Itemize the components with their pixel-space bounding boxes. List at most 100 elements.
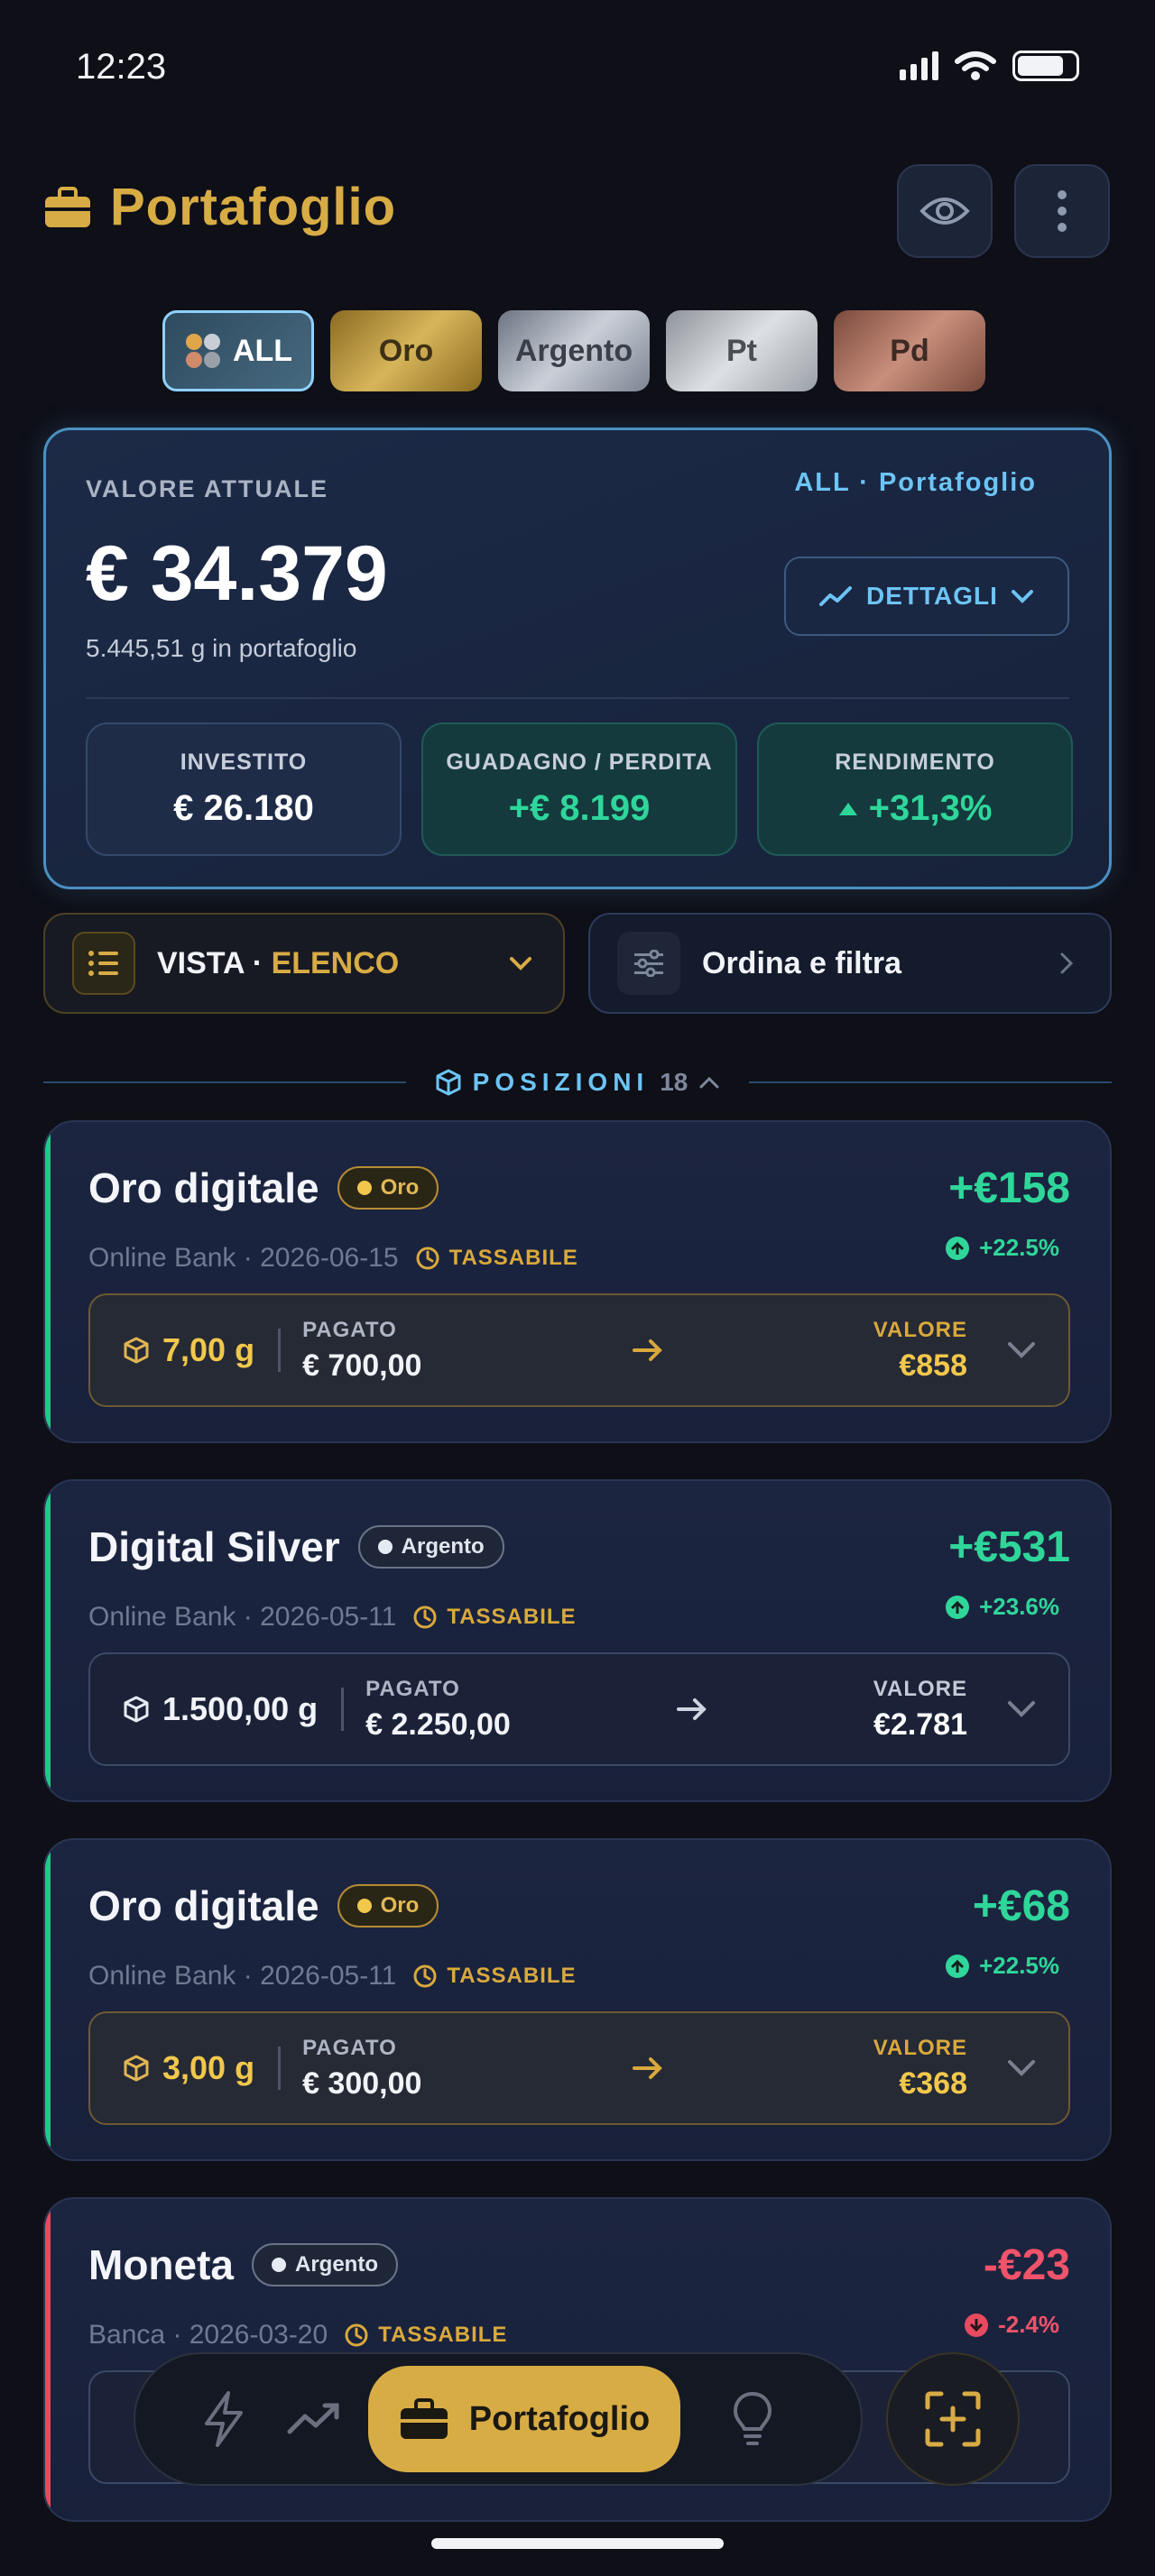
trend-icon <box>819 586 853 606</box>
chip-argento[interactable]: Argento <box>498 310 650 391</box>
portfolio-summary-card: VALORE ATTUALE ALL · Portafoglio € 34.37… <box>43 428 1112 889</box>
summary-scope-tag: ALL · Portafoglio <box>794 468 1037 497</box>
position-card[interactable]: Digital Silver Argento Online Bank · 202… <box>43 1479 1112 1802</box>
nav-portfolio[interactable]: Portafoglio <box>368 2366 680 2472</box>
profit-loss: -€23 <box>983 2241 1070 2289</box>
invested-stat: INVESTITO € 26.180 <box>86 722 402 856</box>
positions-header[interactable]: POSIZIONI 18 <box>43 1064 1113 1100</box>
sort-filter-button[interactable]: Ordina e filtra <box>588 913 1112 1014</box>
dot-icon <box>377 1540 393 1554</box>
chevron-down-icon <box>1008 2060 1035 2076</box>
position-grams: 7,00 g <box>162 1331 255 1368</box>
profit-loss: +€531 <box>948 1523 1070 1571</box>
arrow-up-circle-icon <box>946 1236 970 1260</box>
current-value: € 34.379 <box>86 530 388 617</box>
scan-add-button[interactable] <box>886 2352 1020 2486</box>
positions-count: 18 <box>660 1068 688 1096</box>
current-value: €2.781 <box>873 1707 967 1742</box>
position-meta: Online Bank · 2026-05-11 <box>88 1602 397 1632</box>
paid-label: PAGATO <box>365 1676 460 1701</box>
bolt-icon <box>205 2391 243 2447</box>
nav-bolt[interactable] <box>179 2374 269 2464</box>
arrow-up-circle-icon <box>946 1954 970 1978</box>
status-icons <box>900 51 1079 81</box>
paid-label: PAGATO <box>302 1317 397 1342</box>
position-meta: Banca · 2026-03-20 <box>88 2320 328 2350</box>
taxable-tag: TASSABILE <box>412 1964 576 1989</box>
taxable-tag: TASSABILE <box>412 1605 576 1630</box>
cube-icon <box>124 1696 149 1723</box>
metal-badge: Oro <box>337 1166 439 1210</box>
nav-ideas[interactable] <box>707 2374 798 2464</box>
return-percent: +23.6% <box>945 1593 1059 1621</box>
taxable-tag: TASSABILE <box>415 1246 578 1271</box>
battery-icon <box>1012 51 1079 81</box>
chip-pt[interactable]: Pt <box>666 310 818 391</box>
page-title: Portafoglio <box>43 177 396 237</box>
dot-icon <box>272 2258 286 2272</box>
arrow-right-icon <box>632 1339 662 1361</box>
chip-pd[interactable]: Pd <box>834 310 985 391</box>
profit-loss: +€68 <box>972 1882 1070 1930</box>
paid-label: PAGATO <box>302 2035 397 2060</box>
clock-icon <box>413 1605 437 1629</box>
sliders-icon <box>617 932 680 995</box>
view-prefix: VISTA · <box>157 945 272 980</box>
chevron-down-icon <box>510 957 531 971</box>
details-button[interactable]: DETTAGLI <box>784 557 1069 636</box>
chip-all[interactable]: ALL <box>162 310 314 391</box>
visibility-toggle-button[interactable] <box>897 164 993 258</box>
chevron-down-icon <box>1008 1342 1035 1358</box>
position-name: Digital Silver <box>88 1523 340 1570</box>
arrow-right-icon <box>676 1698 707 1720</box>
position-name: Oro digitale <box>88 1882 319 1929</box>
chevron-right-icon <box>1060 952 1074 974</box>
view-mode-selector[interactable]: VISTA · ELENCO <box>43 913 565 1014</box>
home-indicator[interactable] <box>431 2538 724 2549</box>
position-name: Oro digitale <box>88 1164 319 1211</box>
chip-oro[interactable]: Oro <box>330 310 482 391</box>
position-meta: Online Bank · 2026-06-15 <box>88 1243 399 1273</box>
more-options-button[interactable] <box>1014 164 1110 258</box>
chevron-down-icon <box>1008 1701 1035 1717</box>
clock-icon <box>416 1247 439 1270</box>
position-meta: Online Bank · 2026-05-11 <box>88 1961 397 1991</box>
return-percent: +22.5% <box>945 1952 1059 1980</box>
nav-trend[interactable] <box>269 2374 359 2464</box>
eye-icon <box>919 198 970 225</box>
arrow-down-circle-icon <box>965 2313 989 2337</box>
arrow-up-circle-icon <box>946 1595 970 1619</box>
value-label: VALORE <box>873 1676 967 1701</box>
trend-icon <box>287 2403 339 2434</box>
position-card[interactable]: Oro digitale Oro Online Bank · 2026-06-1… <box>43 1120 1112 1443</box>
sort-filter-label: Ordina e filtra <box>702 945 902 980</box>
paid-value: € 300,00 <box>302 2065 422 2101</box>
return-percent: -2.4% <box>964 2311 1059 2339</box>
current-value: €368 <box>899 2065 967 2101</box>
clock-icon <box>413 1964 437 1988</box>
scan-add-icon <box>925 2391 981 2447</box>
taxable-tag: TASSABILE <box>344 2323 507 2348</box>
triangle-up-icon <box>838 802 857 815</box>
title-text: Portafoglio <box>110 178 397 236</box>
paid-value: € 700,00 <box>302 1348 422 1383</box>
metal-filter-chips: ALL Oro Argento Pt Pd <box>162 310 985 391</box>
position-details-row[interactable]: 3,00 g PAGATO € 300,00 VALORE €368 <box>88 2011 1070 2125</box>
more-vertical-icon <box>1058 190 1067 232</box>
arrow-right-icon <box>632 2057 662 2079</box>
view-mode: ELENCO <box>271 945 400 980</box>
gain-loss-stat: GUADAGNO / PERDITA +€ 8.199 <box>421 722 737 856</box>
position-details-row[interactable]: 1.500,00 g PAGATO € 2.250,00 VALORE €2.7… <box>88 1652 1070 1766</box>
position-grams: 1.500,00 g <box>162 1690 319 1727</box>
profit-loss: +€158 <box>948 1164 1070 1212</box>
value-label: VALORE <box>873 1317 967 1342</box>
chevron-up-icon <box>699 1076 719 1089</box>
position-card[interactable]: Oro digitale Oro Online Bank · 2026-05-1… <box>43 1838 1112 2161</box>
current-value: €858 <box>899 1348 967 1383</box>
summary-divider <box>86 697 1069 699</box>
grams-in-portfolio: 5.445,51 g in portafoglio <box>86 634 357 662</box>
paid-value: € 2.250,00 <box>365 1707 511 1742</box>
position-details-row[interactable]: 7,00 g PAGATO € 700,00 VALORE €858 <box>88 1293 1070 1407</box>
value-label: VALORE <box>873 2035 967 2060</box>
metal-badge: Oro <box>337 1884 439 1927</box>
